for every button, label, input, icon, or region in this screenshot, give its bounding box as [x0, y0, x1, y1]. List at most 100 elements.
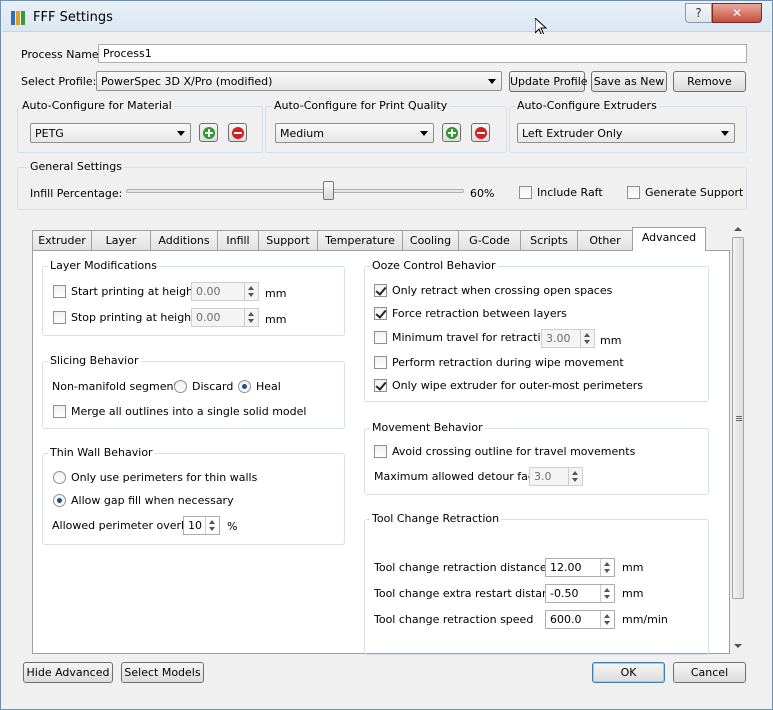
infill-percentage-value: 60%	[470, 187, 495, 200]
perimeter-overlap-unit: %	[227, 520, 238, 533]
plus-icon	[446, 127, 458, 139]
add-material-button[interactable]	[199, 123, 218, 142]
generate-support-checkbox[interactable]	[627, 186, 640, 199]
discard-label: Discard	[192, 380, 234, 393]
chevron-down-icon	[721, 131, 729, 136]
stop-height-spinbox[interactable]: 0.00	[191, 308, 259, 327]
merge-outlines-label: Merge all outlines into a single solid m…	[71, 405, 307, 418]
remove-quality-button[interactable]	[471, 123, 490, 142]
tool-change-distance-label: Tool change retraction distance	[374, 561, 547, 574]
tab-temperature[interactable]: Temperature	[317, 230, 403, 250]
profile-dropdown-value: PowerSpec 3D X/Pro (modified)	[101, 75, 273, 88]
remove-profile-button[interactable]: Remove	[673, 71, 746, 92]
perimeter-overlap-spinbox[interactable]: 10	[183, 516, 220, 535]
spin-arrows-icon[interactable]	[244, 309, 258, 326]
infill-slider-track[interactable]	[126, 189, 464, 193]
quality-dropdown[interactable]: Medium	[275, 123, 434, 143]
heal-label: Heal	[256, 380, 281, 393]
spin-arrows-icon[interactable]	[600, 559, 614, 576]
discard-radio[interactable]	[174, 380, 187, 393]
extruders-dropdown[interactable]: Left Extruder Only	[517, 123, 735, 143]
merge-outlines-checkbox[interactable]	[53, 405, 66, 418]
avoid-crossing-checkbox[interactable]	[374, 445, 387, 458]
heal-radio[interactable]	[238, 380, 251, 393]
material-group-title: Auto-Configure for Material	[20, 99, 174, 112]
extruders-dropdown-value: Left Extruder Only	[522, 127, 623, 140]
include-raft-label: Include Raft	[537, 186, 603, 199]
wipe-retraction-checkbox[interactable]	[374, 356, 387, 369]
infill-slider-handle[interactable]	[322, 181, 334, 200]
only-retract-label: Only retract when crossing open spaces	[392, 284, 613, 297]
tab-gcode[interactable]: G-Code	[458, 230, 521, 250]
plus-icon	[203, 127, 215, 139]
spin-arrows-icon[interactable]	[205, 517, 219, 534]
remove-material-button[interactable]	[228, 123, 247, 142]
cancel-button[interactable]: Cancel	[673, 662, 746, 683]
tab-other[interactable]: Other	[577, 230, 633, 250]
avoid-crossing-label: Avoid crossing outline for travel moveme…	[392, 445, 636, 458]
spin-arrows-icon[interactable]	[600, 611, 614, 628]
hide-advanced-button[interactable]: Hide Advanced	[23, 662, 113, 683]
scroll-down-icon[interactable]	[734, 644, 742, 648]
outer-perimeters-label: Only wipe extruder for outer-most perime…	[392, 379, 643, 392]
add-quality-button[interactable]	[442, 123, 461, 142]
force-retraction-label: Force retraction between layers	[392, 307, 567, 320]
title-bar[interactable]: FFF Settings ? ✕	[2, 2, 771, 37]
perimeters-only-radio[interactable]	[53, 471, 66, 484]
perimeters-only-label: Only use perimeters for thin walls	[71, 471, 258, 484]
process-name-input[interactable]: Process1	[98, 44, 747, 63]
tab-advanced[interactable]: Advanced	[632, 227, 706, 251]
spin-arrows-icon[interactable]	[600, 585, 614, 602]
spin-arrows-icon[interactable]	[568, 468, 582, 485]
select-profile-label: Select Profile:	[21, 75, 97, 88]
tool-change-extra-spinbox[interactable]: -0.50	[545, 584, 615, 603]
perimeter-overlap-label: Allowed perimeter overlap	[52, 519, 198, 532]
generate-support-label: Generate Support	[645, 186, 744, 199]
scroll-up-icon[interactable]	[734, 227, 742, 231]
chevron-down-icon	[420, 131, 428, 136]
only-retract-checkbox[interactable]	[374, 284, 387, 297]
profile-dropdown[interactable]: PowerSpec 3D X/Pro (modified)	[96, 71, 502, 91]
ok-button[interactable]: OK	[592, 662, 665, 683]
include-raft-checkbox[interactable]	[519, 186, 532, 199]
start-height-spinbox[interactable]: 0.00	[191, 282, 259, 301]
perimeter-overlap-value: 10	[188, 519, 202, 532]
dialog-body: Process Name: Process1 Select Profile: P…	[11, 34, 763, 702]
force-retraction-checkbox[interactable]	[374, 307, 387, 320]
spin-arrows-icon[interactable]	[244, 283, 258, 300]
outer-perimeters-checkbox[interactable]	[374, 379, 387, 392]
tab-layer[interactable]: Layer	[91, 230, 151, 250]
material-dropdown[interactable]: PETG	[30, 123, 191, 143]
tool-change-extra-label: Tool change extra restart distance	[374, 587, 562, 600]
tool-change-distance-spinbox[interactable]: 12.00	[545, 558, 615, 577]
tab-extruder[interactable]: Extruder	[32, 230, 92, 250]
help-button[interactable]: ?	[685, 3, 712, 23]
tab-scripts[interactable]: Scripts	[520, 230, 578, 250]
minimum-travel-spinbox[interactable]: 3.00	[541, 329, 595, 348]
start-printing-checkbox[interactable]	[53, 285, 66, 298]
close-button[interactable]: ✕	[712, 3, 762, 23]
minimum-travel-unit: mm	[600, 334, 622, 347]
gap-fill-label: Allow gap fill when necessary	[71, 494, 234, 507]
update-profile-button[interactable]: Update Profile	[509, 71, 588, 92]
stop-height-value: 0.00	[196, 311, 221, 324]
extruders-group-title: Auto-Configure Extruders	[515, 99, 659, 112]
tab-infill[interactable]: Infill	[217, 230, 259, 250]
tab-support[interactable]: Support	[258, 230, 318, 250]
settings-scrollbar[interactable]	[730, 221, 747, 654]
scrollbar-thumb[interactable]	[732, 237, 744, 599]
save-as-new-button[interactable]: Save as New	[591, 71, 667, 92]
stop-printing-checkbox[interactable]	[53, 311, 66, 324]
gap-fill-radio[interactable]	[53, 494, 66, 507]
tool-change-speed-spinbox[interactable]: 600.0	[545, 610, 615, 629]
tool-change-extra-value: -0.50	[550, 587, 579, 600]
detour-factor-spinbox[interactable]: 3.0	[529, 467, 583, 486]
minimum-travel-checkbox[interactable]	[374, 331, 387, 344]
tab-additions[interactable]: Additions	[150, 230, 218, 250]
window-title: FFF Settings	[33, 10, 113, 25]
select-models-button[interactable]: Select Models	[121, 662, 204, 683]
material-dropdown-value: PETG	[35, 127, 64, 140]
stop-printing-label: Stop printing at height	[71, 311, 196, 324]
spin-arrows-icon[interactable]	[580, 330, 594, 347]
tab-cooling[interactable]: Cooling	[402, 230, 459, 250]
